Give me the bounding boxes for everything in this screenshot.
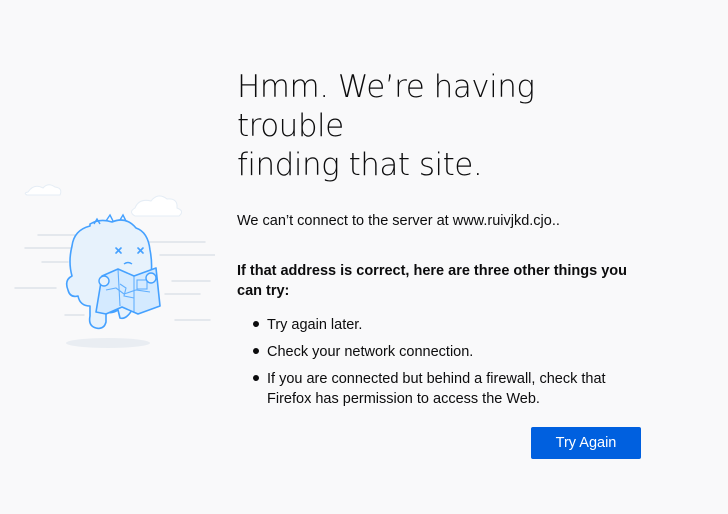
tip-text: Try again later. [267, 317, 363, 333]
error-page: Hmm. We’re having trouble finding that s… [0, 0, 728, 514]
bullet-icon [253, 375, 259, 381]
tip-text: Check your network connection. [267, 344, 474, 360]
error-content: Hmm. We’re having trouble finding that s… [237, 68, 647, 416]
try-again-button[interactable]: Try Again [531, 427, 641, 459]
bullet-icon [253, 348, 259, 354]
suggestions-heading: If that address is correct, here are thr… [237, 263, 627, 299]
list-item: Check your network connection. [253, 342, 647, 362]
list-item: If you are connected but behind a firewa… [253, 369, 647, 409]
error-description: We can’t connect to the server at www.ru… [237, 213, 560, 229]
title-line-1: Hmm. We’re having trouble [237, 69, 535, 144]
title-line-2: finding that site. [237, 147, 483, 183]
lost-map-creature-icon [14, 184, 215, 348]
list-item: Try again later. [253, 315, 647, 335]
tip-text: If you are connected but behind a firewa… [267, 371, 606, 407]
suggestions-list: Try again later. Check your network conn… [237, 315, 647, 409]
bullet-icon [253, 321, 259, 327]
page-title: Hmm. We’re having trouble finding that s… [237, 68, 647, 185]
